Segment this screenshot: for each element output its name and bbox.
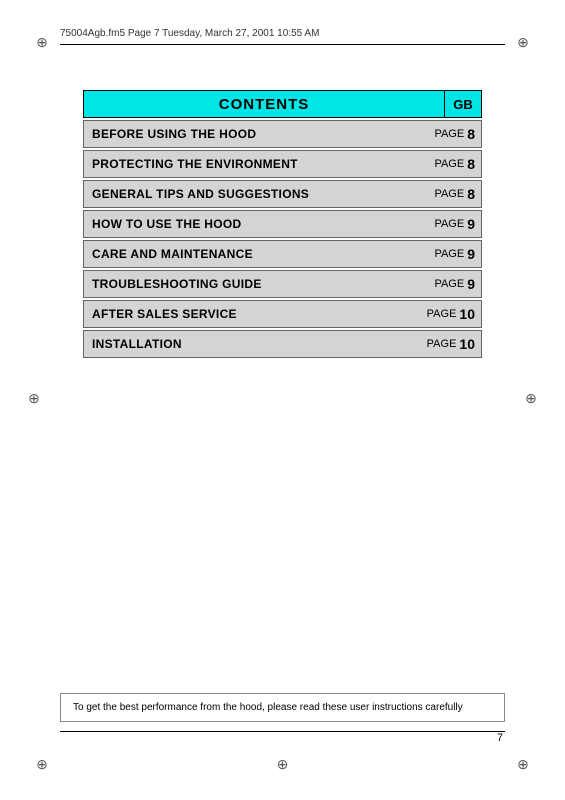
page-word: PAGE — [434, 158, 464, 170]
contents-title: CONTENTS — [83, 90, 444, 118]
toc-row: CARE AND MAINTENANCEPAGE9 — [83, 240, 482, 268]
toc-row-page: PAGE9 — [423, 216, 481, 232]
toc-row-page: PAGE10 — [423, 336, 481, 352]
bottom-note: To get the best performance from the hoo… — [60, 693, 505, 722]
toc-row-label: HOW TO USE THE HOOD — [84, 217, 423, 231]
toc-row: INSTALLATIONPAGE10 — [83, 330, 482, 358]
bottom-divider — [60, 731, 505, 732]
page-word: PAGE — [434, 188, 464, 200]
page-num: 10 — [459, 306, 475, 322]
toc-row-label: CARE AND MAINTENANCE — [84, 247, 423, 261]
reg-mark-top-left: ⊕ — [34, 34, 50, 50]
page-word: PAGE — [434, 128, 464, 140]
contents-gb: GB — [444, 90, 482, 118]
page-word: PAGE — [434, 218, 464, 230]
toc-row-page: PAGE8 — [423, 186, 481, 202]
reg-mark-bottom-left: ⊕ — [34, 756, 50, 772]
toc-row: PROTECTING THE ENVIRONMENTPAGE8 — [83, 150, 482, 178]
header-divider — [60, 44, 505, 45]
page-num: 9 — [467, 276, 475, 292]
page-num: 8 — [467, 186, 475, 202]
reg-mark-mid-left: ⊕ — [26, 390, 42, 406]
page-word: PAGE — [434, 248, 464, 260]
reg-mark-top-right: ⊕ — [515, 34, 531, 50]
reg-mark-mid-right: ⊕ — [523, 390, 539, 406]
page-word: PAGE — [434, 278, 464, 290]
toc-row: HOW TO USE THE HOODPAGE9 — [83, 210, 482, 238]
file-info: 75004Agb.fm5 Page 7 Tuesday, March 27, 2… — [60, 28, 319, 39]
toc-row-page: PAGE8 — [423, 126, 481, 142]
toc-row-page: PAGE9 — [423, 246, 481, 262]
reg-mark-bottom-center: ⊕ — [275, 756, 291, 772]
reg-mark-bottom-right: ⊕ — [515, 756, 531, 772]
page-word: PAGE — [427, 308, 457, 320]
toc-row-page: PAGE9 — [423, 276, 481, 292]
page-num: 8 — [467, 126, 475, 142]
toc-row-page: PAGE10 — [423, 306, 481, 322]
toc-row: BEFORE USING THE HOODPAGE8 — [83, 120, 482, 148]
toc-row-label: INSTALLATION — [84, 337, 423, 351]
toc-row: GENERAL TIPS AND SUGGESTIONSPAGE8 — [83, 180, 482, 208]
page-num: 8 — [467, 156, 475, 172]
toc-row-label: AFTER SALES SERVICE — [84, 307, 423, 321]
contents-table: CONTENTS GB BEFORE USING THE HOODPAGE8PR… — [83, 90, 482, 360]
page-number: 7 — [497, 732, 503, 744]
toc-row-label: GENERAL TIPS AND SUGGESTIONS — [84, 187, 423, 201]
bottom-note-text: To get the best performance from the hoo… — [73, 702, 463, 713]
toc-row: TROUBLESHOOTING GUIDEPAGE9 — [83, 270, 482, 298]
toc-row-page: PAGE8 — [423, 156, 481, 172]
page-num: 9 — [467, 216, 475, 232]
header-bar: 75004Agb.fm5 Page 7 Tuesday, March 27, 2… — [60, 28, 505, 39]
page-container: ⊕ ⊕ 75004Agb.fm5 Page 7 Tuesday, March 2… — [0, 0, 565, 800]
page-word: PAGE — [427, 338, 457, 350]
toc-row: AFTER SALES SERVICEPAGE10 — [83, 300, 482, 328]
page-num: 9 — [467, 246, 475, 262]
toc-row-label: PROTECTING THE ENVIRONMENT — [84, 157, 423, 171]
contents-header-row: CONTENTS GB — [83, 90, 482, 118]
toc-row-label: BEFORE USING THE HOOD — [84, 127, 423, 141]
page-num: 10 — [459, 336, 475, 352]
toc-rows: BEFORE USING THE HOODPAGE8PROTECTING THE… — [83, 120, 482, 358]
toc-row-label: TROUBLESHOOTING GUIDE — [84, 277, 423, 291]
